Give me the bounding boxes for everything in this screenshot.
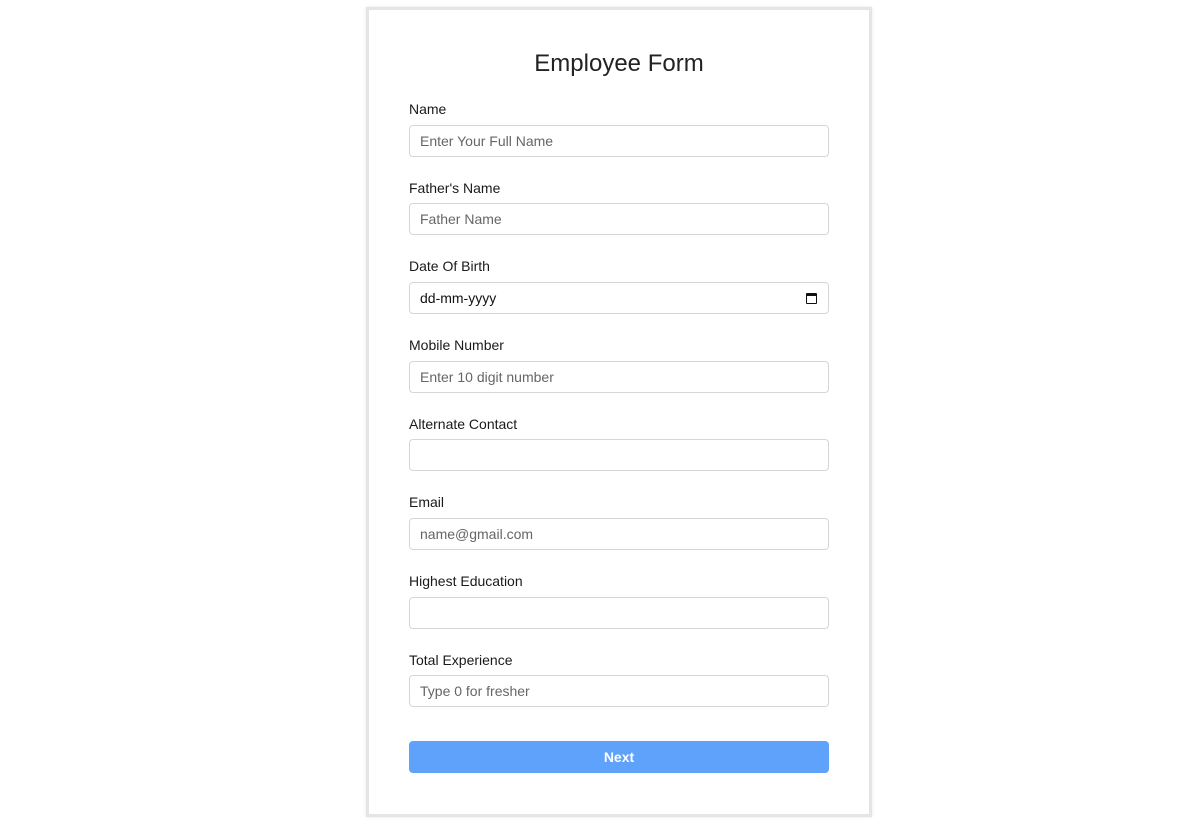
dob-input[interactable]: dd-mm-yyyy [409, 282, 829, 314]
calendar-icon[interactable] [806, 292, 817, 304]
next-button[interactable]: Next [409, 741, 829, 773]
father-name-label: Father's Name [409, 180, 501, 196]
email-label: Email [409, 494, 445, 510]
father-name-input[interactable] [409, 203, 829, 235]
name-input[interactable] [409, 125, 829, 157]
experience-input[interactable] [409, 675, 829, 707]
education-input[interactable] [409, 597, 829, 629]
employee-form-card: Employee Form Name Father's Name Date Of… [366, 7, 872, 817]
experience-label: Total Experience [409, 652, 513, 668]
dob-format-text: dd-mm-yyyy [420, 290, 497, 306]
alternate-contact-label: Alternate Contact [409, 416, 518, 432]
mobile-label: Mobile Number [409, 337, 504, 353]
education-label: Highest Education [409, 573, 523, 589]
form-title: Employee Form [534, 50, 704, 77]
mobile-input[interactable] [409, 361, 829, 393]
alternate-contact-input[interactable] [409, 439, 829, 471]
dob-label: Date Of Birth [409, 258, 490, 274]
name-label: Name [409, 101, 447, 117]
email-input[interactable] [409, 518, 829, 550]
